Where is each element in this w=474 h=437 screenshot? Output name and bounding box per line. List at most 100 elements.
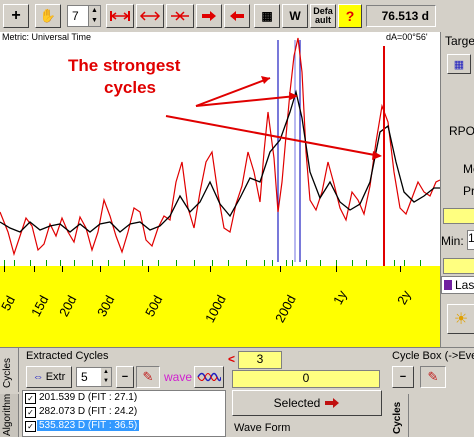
algorithm-tab-label: Algorithm (2, 393, 13, 436)
axis-label-2y: 2y (394, 287, 414, 308)
remove-cycle-button[interactable]: − (116, 366, 134, 388)
cycles-vertical-label: Cycles (392, 401, 403, 434)
brush-button[interactable]: ✎ (136, 366, 160, 388)
left-arrow-icon (230, 11, 244, 21)
selected-label: Selected (273, 396, 321, 410)
rpo-label: RPO (449, 124, 474, 138)
w-label: W (289, 9, 301, 23)
sun-icon: ☀ (453, 311, 469, 328)
widen-arrows-icon (139, 11, 161, 21)
spin-down-button[interactable]: ▼ (88, 16, 100, 26)
wave-button[interactable]: wave (164, 370, 192, 384)
cycle-box-label: Cycle Box (->Even (392, 350, 474, 362)
list-item[interactable]: ✓ 282.073 D (FIT : 24.2) (23, 406, 225, 419)
checkbox[interactable]: ✓ (25, 421, 36, 432)
las-label: Las (455, 278, 474, 292)
axis-tick-2y (400, 266, 401, 272)
min-field[interactable]: 1 (467, 230, 474, 250)
cycle-box-brush-icon: ✎ (427, 369, 439, 384)
minus-label: − (121, 371, 129, 383)
checkbox[interactable]: ✓ (25, 393, 36, 404)
wave-icon-button[interactable] (194, 366, 224, 388)
axis-label-1y: 1y (330, 287, 350, 308)
cycle-box-minus-button[interactable]: − (392, 366, 414, 388)
spin-up-button[interactable]: ▲ (88, 6, 100, 16)
count-value: 3 (256, 352, 264, 366)
extr-label: Extr (45, 371, 66, 383)
axis-tick-200d (280, 266, 281, 272)
axis-label-5d: 5d (0, 293, 19, 314)
cycles-tab-label: Cycles (2, 357, 13, 388)
extr-count-value: 5 (81, 370, 88, 384)
narrow-button[interactable] (166, 4, 194, 28)
las-field[interactable]: Las (441, 276, 474, 294)
index-field: 0 (232, 370, 380, 388)
checkbox[interactable]: ✓ (25, 407, 36, 418)
wave-label: wave (164, 370, 193, 384)
target-grid-icon: ▦ (453, 58, 465, 71)
hand-icon: ✋ (39, 8, 57, 23)
cycle-text: 201.539 D (FIT : 27.1) (39, 392, 138, 403)
target-tab[interactable]: Targe (445, 34, 474, 48)
min-label: Min: (441, 234, 464, 248)
count-field: 3 (238, 351, 282, 369)
list-item-selected[interactable]: ✓ 535.823 D (FIT : 36.5) (23, 420, 225, 434)
right-panel: Targe ▦ RPO Me Pr Min: 1 Las ☀ (440, 32, 474, 347)
axis-label-30d: 30d (94, 292, 118, 320)
axis-tick-20d (62, 266, 63, 272)
axis-tick-5d (4, 266, 5, 272)
target-icon-button[interactable]: ▦ (447, 54, 471, 74)
axis-tick-15d (34, 266, 35, 272)
grid-button[interactable]: ▦ (254, 4, 280, 28)
cycle-box-brush-button[interactable]: ✎ (420, 366, 446, 388)
sun-button[interactable]: ☀ (447, 304, 474, 334)
selected-arrow-icon (325, 398, 340, 408)
readout-field: 76.513 d (366, 5, 436, 27)
prev-arrow[interactable]: < (228, 352, 235, 366)
axis-tick-1y (336, 266, 337, 272)
cycles-tab[interactable]: Cycles (0, 348, 19, 392)
list-item[interactable]: ✓ 201.539 D (FIT : 27.1) (23, 392, 225, 405)
forward-button[interactable] (196, 4, 222, 28)
add-button[interactable]: + (3, 4, 29, 28)
default-label-bottom: ault (314, 15, 331, 25)
bottom-panel: Cycles Algorithm Extracted Cycles ⇔ Extr… (0, 347, 474, 437)
expand-arrows-icon (110, 11, 130, 21)
algorithm-tab[interactable]: Algorithm (0, 394, 19, 437)
zoom-stepper[interactable]: 7 ▲ ▼ (67, 5, 101, 27)
brush-icon: ✎ (142, 369, 154, 384)
cycles-list[interactable]: ✓ 201.539 D (FIT : 27.1) ✓ 282.073 D (FI… (22, 390, 226, 437)
selected-button[interactable]: Selected (232, 390, 382, 416)
extr-up-button[interactable]: ▲ (101, 368, 111, 377)
axis-label-15d: 15d (28, 292, 52, 320)
axis-label-200d: 200d (272, 292, 299, 326)
cycles-vertical-tab[interactable]: Cycles (390, 394, 409, 437)
hand-button[interactable]: ✋ (35, 4, 61, 28)
extracted-cycles-title: Extracted Cycles (26, 350, 109, 362)
widen-button[interactable] (136, 4, 164, 28)
w-button[interactable]: W (282, 4, 308, 28)
chart-panel[interactable]: Metric: Universal Time dA=00°56' The str… (0, 32, 440, 347)
axis-label-50d: 50d (142, 292, 166, 320)
right-arrow-icon (202, 11, 216, 21)
axis-label-20d: 20d (56, 292, 80, 320)
wave-form-label: Wave Form (234, 422, 291, 434)
extr-count-stepper[interactable]: 5 ▲ ▼ (76, 367, 112, 387)
color-swatch (444, 280, 452, 290)
extr-button[interactable]: ⇔ Extr (26, 366, 72, 388)
cycle-text: 282.073 D (FIT : 24.2) (39, 406, 138, 417)
right-yellow-strip-2 (443, 258, 474, 274)
annotation-line1: The strongest (68, 56, 181, 75)
default-button[interactable]: Defa ault (310, 4, 336, 28)
grid-icon: ▦ (261, 9, 273, 23)
extr-down-button[interactable]: ▼ (101, 377, 111, 386)
back-button[interactable] (224, 4, 250, 28)
help-button[interactable]: ? (338, 4, 362, 28)
right-yellow-strip (443, 208, 474, 224)
expand-range-button[interactable] (106, 4, 134, 28)
narrow-arrows-icon (171, 11, 189, 21)
readout-value: 76.513 d (381, 9, 429, 23)
axis-label-100d: 100d (202, 292, 229, 326)
axis-tick-100d (210, 266, 211, 272)
period-axis[interactable]: 5d 15d 20d 30d 50d 100d 200d 1y 2y (0, 266, 440, 347)
